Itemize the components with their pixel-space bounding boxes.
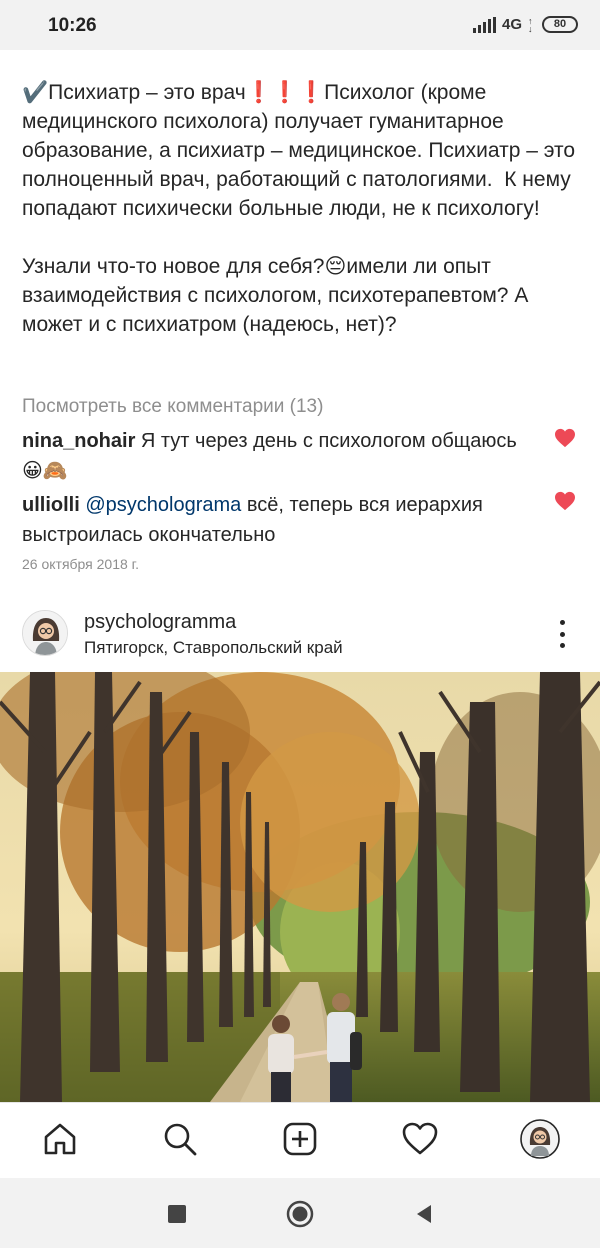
caption-paragraph: Узнали что-то новое для себя?😔имели ли о… bbox=[22, 255, 535, 336]
comment-like-heart-icon[interactable] bbox=[554, 491, 576, 511]
comment-mention[interactable]: @psycholograma bbox=[85, 494, 241, 516]
post-header: psychologramma Пятигорск, Ставропольский… bbox=[0, 602, 600, 670]
post-location[interactable]: Пятигорск, Ставропольский край bbox=[84, 638, 343, 658]
comment-like-heart-icon[interactable] bbox=[554, 428, 576, 448]
more-options-icon[interactable] bbox=[552, 620, 572, 648]
status-bar: 10:26 4G ↑ ↓ 80 bbox=[0, 0, 600, 50]
user-avatar[interactable] bbox=[22, 610, 68, 656]
home-icon[interactable] bbox=[40, 1119, 80, 1159]
comment-item: ulliolli @psycholograma всё, теперь вся … bbox=[22, 490, 542, 550]
post-date: 26 октября 2018 г. bbox=[22, 556, 139, 572]
battery-icon: 80 bbox=[542, 16, 578, 33]
view-all-comments-link[interactable]: Посмотреть все комментарии (13) bbox=[22, 396, 323, 418]
post-image[interactable] bbox=[0, 672, 600, 1102]
post-caption: ✔️Психиатр – это врач❗❗❗Психолог (кроме … bbox=[22, 78, 582, 339]
add-post-icon[interactable] bbox=[280, 1119, 320, 1159]
caption-paragraph: ✔️Психиатр – это врач❗❗❗Психолог (кроме … bbox=[22, 81, 581, 220]
status-indicators: 4G ↑ ↓ 80 bbox=[472, 15, 578, 34]
activity-heart-icon[interactable] bbox=[400, 1119, 440, 1159]
network-type: 4G bbox=[501, 16, 522, 33]
recent-apps-icon[interactable] bbox=[163, 1200, 191, 1228]
comment-username[interactable]: nina_nohair bbox=[22, 430, 135, 452]
system-navigation-bar bbox=[0, 1178, 600, 1248]
profile-avatar[interactable] bbox=[520, 1119, 560, 1159]
comment-item: nina_nohair Я тут через день с психолого… bbox=[22, 426, 542, 486]
data-arrows-icon: ↑ ↓ bbox=[528, 15, 533, 34]
comment-username[interactable]: ulliolli bbox=[22, 494, 80, 516]
search-icon[interactable] bbox=[160, 1119, 200, 1159]
signal-icon bbox=[472, 16, 496, 33]
status-time: 10:26 bbox=[48, 15, 97, 36]
back-button-icon[interactable] bbox=[410, 1200, 438, 1228]
home-button-icon[interactable] bbox=[286, 1200, 314, 1228]
post-username[interactable]: psychologramma bbox=[84, 611, 236, 634]
bottom-navigation bbox=[0, 1102, 600, 1178]
